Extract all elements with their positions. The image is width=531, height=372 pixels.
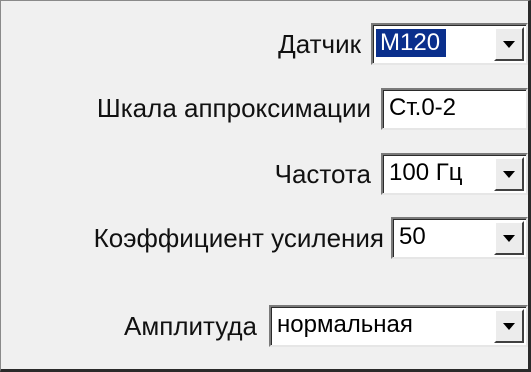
frequency-label: Частота [274, 159, 371, 189]
amplitude-label: Амплитуда [124, 311, 257, 341]
sensor-dropdown-button[interactable] [494, 27, 524, 61]
scale-label: Шкала аппроксимации [96, 93, 371, 123]
gain-label: Коэффициент усиления [93, 223, 384, 253]
scale-value: Ст.0-2 [389, 94, 457, 121]
chevron-down-icon [503, 41, 515, 48]
gain-select[interactable]: 50 [391, 217, 528, 259]
frequency-select[interactable]: 100 Гц [381, 153, 528, 195]
gain-value: 50 [399, 223, 426, 250]
chevron-down-icon [503, 171, 515, 178]
scale-input[interactable]: Ст.0-2 [381, 88, 528, 130]
amplitude-value: нормальная [277, 311, 413, 338]
amplitude-select[interactable]: нормальная [269, 305, 528, 347]
sensor-select[interactable]: M120 [371, 23, 528, 65]
amplitude-dropdown-button[interactable] [494, 309, 524, 343]
chevron-down-icon [503, 323, 515, 330]
sensor-value: M120 [376, 29, 447, 57]
gain-dropdown-button[interactable] [494, 221, 524, 255]
settings-panel: Датчик M120 Шкала аппроксимации Ст.0-2 Ч… [0, 0, 531, 372]
frequency-dropdown-button[interactable] [494, 157, 524, 191]
sensor-label: Датчик [278, 29, 361, 59]
frequency-value: 100 Гц [389, 159, 463, 186]
chevron-down-icon [503, 235, 515, 242]
